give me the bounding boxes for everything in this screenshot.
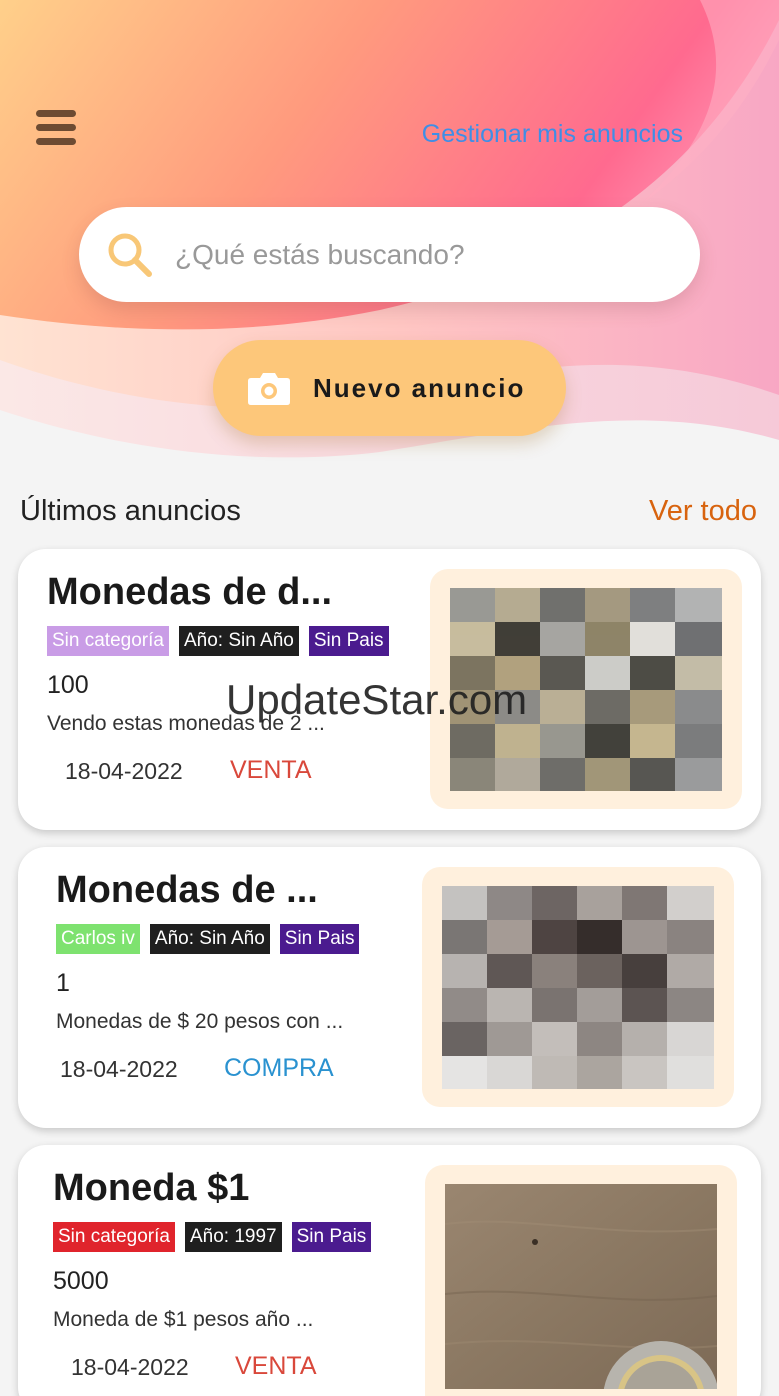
- search-icon: [108, 233, 152, 277]
- listing-tags: Carlos iv Año: Sin Año Sin Pais: [56, 924, 360, 954]
- country-tag: Sin Pais: [279, 924, 360, 954]
- see-all-link[interactable]: Ver todo: [649, 495, 757, 528]
- listing-tags: Sin categoría Año: Sin Año Sin Pais: [47, 626, 389, 656]
- new-ad-button[interactable]: Nuevo anuncio: [213, 340, 566, 436]
- search-input[interactable]: [175, 238, 655, 271]
- listing-price: 100: [47, 671, 89, 699]
- listing-card[interactable]: Monedas de ... Carlos iv Año: Sin Año Si…: [18, 847, 761, 1128]
- country-tag: Sin Pais: [308, 626, 389, 656]
- coins-photo-pixelated: [450, 588, 722, 791]
- listing-title: Monedas de ...: [56, 869, 318, 911]
- coins-photo-pixelated: [442, 886, 714, 1089]
- manage-ads-link[interactable]: Gestionar mis anuncios: [422, 120, 683, 149]
- camera-icon: [248, 373, 290, 405]
- listing-price: 1: [56, 969, 70, 997]
- listing-photo: [445, 1184, 717, 1389]
- hamburger-menu-icon[interactable]: [36, 110, 82, 152]
- year-tag: Año: 1997: [184, 1222, 282, 1252]
- listing-type: VENTA: [235, 1352, 317, 1380]
- section-title: Últimos anuncios: [20, 495, 241, 527]
- listing-photo: [442, 886, 714, 1089]
- year-tag: Año: Sin Año: [149, 924, 270, 954]
- listing-date: 18-04-2022: [65, 758, 183, 784]
- year-tag: Año: Sin Año: [178, 626, 299, 656]
- listing-description: Vendo estas monedas de 2 ...: [47, 712, 325, 735]
- listing-date: 18-04-2022: [71, 1354, 189, 1380]
- listing-description: Monedas de $ 20 pesos con ...: [56, 1010, 344, 1033]
- listing-type: VENTA: [230, 756, 312, 784]
- listing-card[interactable]: Monedas de d... Sin categoría Año: Sin A…: [18, 549, 761, 830]
- listing-title: Moneda $1: [53, 1167, 250, 1209]
- menu-bar: [36, 124, 76, 131]
- menu-bar: [36, 110, 76, 117]
- listing-date: 18-04-2022: [60, 1056, 178, 1082]
- listing-price: 5000: [53, 1267, 109, 1295]
- category-tag: Carlos iv: [56, 924, 140, 954]
- menu-bar: [36, 138, 76, 145]
- search-bar[interactable]: [79, 207, 700, 302]
- listing-title: Monedas de d...: [47, 571, 333, 613]
- listing-card[interactable]: Moneda $1 Sin categoría Año: 1997 Sin Pa…: [18, 1145, 761, 1396]
- new-ad-label: Nuevo anuncio: [313, 372, 526, 403]
- country-tag: Sin Pais: [291, 1222, 372, 1252]
- listing-description: Moneda de $1 pesos año ...: [53, 1308, 314, 1331]
- category-tag: Sin categoría: [47, 626, 169, 656]
- category-tag: Sin categoría: [53, 1222, 175, 1252]
- listing-type: COMPRA: [224, 1054, 334, 1082]
- listing-photo: [450, 588, 722, 791]
- listing-tags: Sin categoría Año: 1997 Sin Pais: [53, 1222, 372, 1252]
- coin-on-wood-photo: [445, 1184, 717, 1389]
